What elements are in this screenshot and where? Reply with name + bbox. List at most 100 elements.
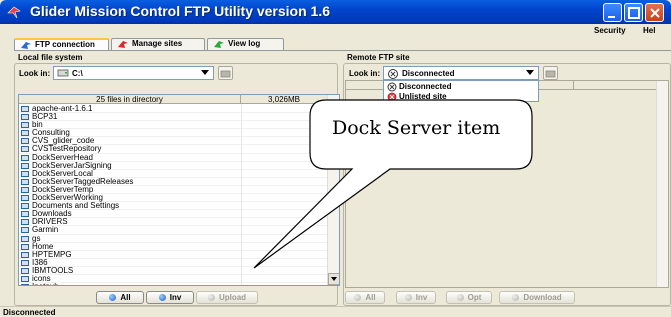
local-lookin-label: Look in:: [19, 69, 51, 78]
window-title: Glider Mission Control FTP Utility versi…: [30, 3, 331, 19]
glider-icon: [118, 41, 128, 48]
disconnected-icon: [388, 69, 398, 79]
radio-icon: [456, 294, 464, 301]
folder-icon: [21, 146, 29, 153]
folder-icon: [21, 195, 29, 202]
folder-icon: [21, 267, 29, 274]
file-list-header: 25 files in directory 3,026MB: [19, 95, 327, 104]
remote-inv-button[interactable]: Inv: [396, 291, 436, 304]
file-row[interactable]: IBMTOOLS: [19, 266, 327, 276]
file-row[interactable]: apache-ant-1.6.1: [19, 105, 327, 114]
maximize-button[interactable]: [624, 3, 643, 22]
remote-file-list[interactable]: [345, 80, 669, 288]
status-bar: Disconnected: [0, 306, 671, 317]
folder-icon: [21, 219, 29, 226]
glider-icon: [21, 42, 31, 49]
tab-view-log[interactable]: View log: [207, 38, 284, 50]
local-lookin-value: C:\: [72, 69, 83, 78]
arrow-up-icon: [331, 107, 337, 111]
folder-icon: [21, 138, 29, 145]
download-button[interactable]: Download: [499, 291, 575, 304]
file-row[interactable]: DRIVERS: [19, 218, 327, 228]
file-row[interactable]: HPTEMPG: [19, 250, 327, 260]
app-icon: [7, 6, 21, 19]
glider-icon: [214, 41, 224, 48]
folder-icon: [21, 106, 29, 112]
arrow-down-icon: [331, 277, 337, 281]
folder-icon: [21, 170, 29, 177]
chevron-down-icon: [201, 70, 209, 75]
folder-icon: [21, 178, 29, 185]
tab-manage-sites[interactable]: Manage sites: [111, 38, 205, 50]
folder-icon: [21, 114, 29, 121]
header-file-count[interactable]: 25 files in directory: [19, 95, 241, 104]
radio-icon: [354, 294, 362, 301]
radio-icon: [109, 294, 117, 301]
file-name: Inetpub: [32, 283, 59, 285]
folder-icon: [21, 154, 29, 161]
file-row[interactable]: Inetpub: [19, 283, 327, 285]
remote-toolbar-button[interactable]: [543, 66, 558, 80]
file-row[interactable]: BCP31: [19, 113, 327, 123]
folder-icon: [21, 284, 29, 285]
folder-icon: [21, 275, 29, 282]
folder-icon: [21, 251, 29, 258]
remote-lookin-value: Disconnected: [402, 69, 455, 78]
maximize-icon: [628, 7, 640, 19]
file-row[interactable]: icons: [19, 274, 327, 284]
local-panel-title: Local file system: [18, 53, 83, 62]
local-all-button[interactable]: All: [96, 291, 144, 304]
file-row[interactable]: gs: [19, 234, 327, 244]
radio-icon: [512, 294, 520, 301]
file-row[interactable]: Garmin: [19, 226, 327, 236]
file-rows: apache-ant-1.6.1 BCP31 bin Consulting CVS_gl…: [19, 105, 327, 285]
folder-icon: [21, 122, 29, 129]
chevron-down-icon: [526, 70, 534, 75]
menu-help[interactable]: Hel: [643, 26, 655, 35]
local-file-list[interactable]: 25 files in directory 3,026MB apache-ant…: [18, 94, 340, 286]
radio-icon: [404, 294, 412, 301]
radio-icon: [207, 294, 215, 301]
status-text: Disconnected: [3, 308, 56, 317]
folder-icon: [21, 235, 29, 242]
local-inv-button[interactable]: Inv: [146, 291, 194, 304]
local-toolbar-button[interactable]: [218, 66, 233, 80]
local-lookin-combo[interactable]: C:\: [53, 66, 214, 80]
scroll-down-button[interactable]: [328, 273, 339, 285]
folder-icon: [21, 162, 29, 169]
remote-panel-title: Remote FTP site: [347, 53, 410, 62]
header-size[interactable]: 3,026MB: [241, 95, 327, 104]
file-list-scrollbar[interactable]: [327, 95, 339, 285]
folder-icon: [21, 243, 29, 250]
dropdown-item-unlisted-site[interactable]: Unlisted site: [384, 91, 538, 102]
remote-list-scrollbar[interactable]: [656, 81, 668, 287]
radio-icon: [158, 294, 166, 301]
close-button[interactable]: [645, 3, 664, 22]
remote-all-button[interactable]: All: [345, 291, 385, 304]
folder-up-icon: [545, 70, 556, 78]
folder-icon: [21, 227, 29, 234]
folder-icon: [21, 186, 29, 193]
close-icon: [650, 8, 660, 18]
title-bar: Glider Mission Control FTP Utility versi…: [0, 0, 671, 24]
remote-lookin-label: Look in:: [349, 69, 381, 78]
folder-icon: [21, 203, 29, 210]
remote-lookin-combo[interactable]: Disconnected: [383, 66, 539, 80]
folder-up-icon: [220, 70, 231, 78]
dropdown-item-disconnected[interactable]: Disconnected: [384, 81, 538, 92]
menu-bar: Security Hel: [0, 24, 671, 37]
drive-icon: [57, 69, 69, 77]
header-separator: [573, 81, 574, 90]
menu-security[interactable]: Security: [594, 26, 626, 35]
unlisted-site-icon: [387, 92, 397, 102]
remote-opt-button[interactable]: Opt: [446, 291, 492, 304]
minimize-icon: [608, 16, 615, 18]
upload-button[interactable]: Upload: [196, 291, 258, 304]
remote-site-dropdown[interactable]: Disconnected Unlisted site: [383, 80, 539, 102]
column-separator: [241, 283, 242, 285]
folder-icon: [21, 259, 29, 266]
scroll-up-button[interactable]: [328, 103, 339, 115]
folder-icon: [21, 211, 29, 218]
minimize-button[interactable]: [603, 3, 622, 22]
folder-icon: [21, 130, 29, 137]
